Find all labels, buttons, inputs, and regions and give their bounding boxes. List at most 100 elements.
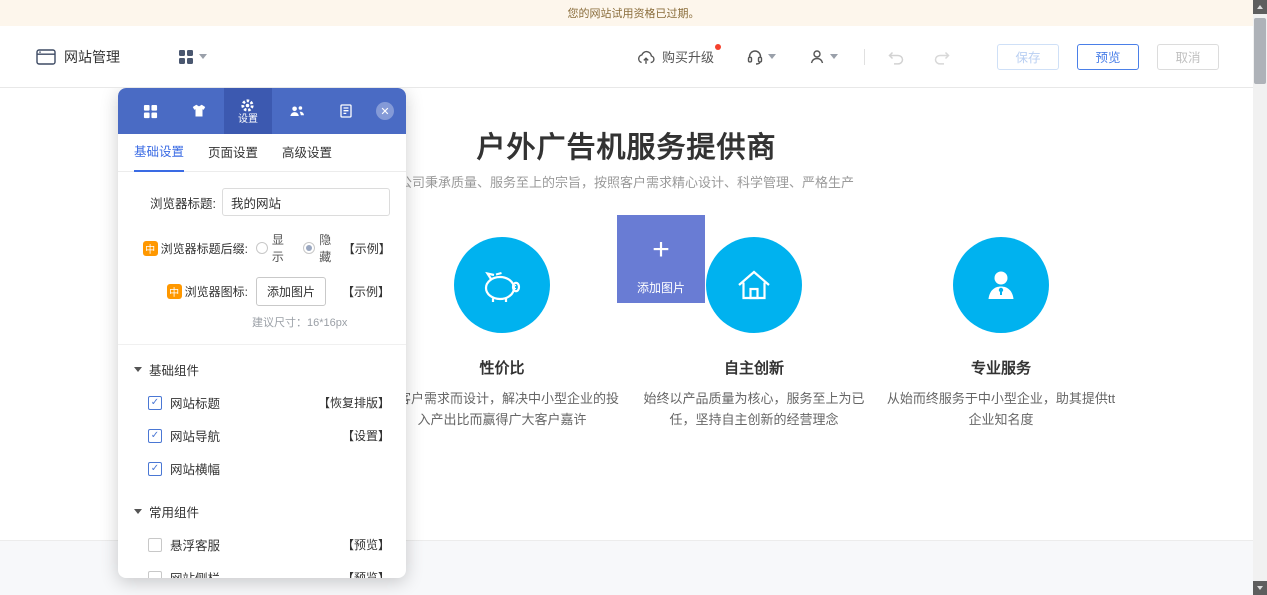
save-button[interactable]: 保存: [997, 43, 1059, 70]
buy-upgrade-label: 购买升级: [661, 50, 714, 65]
site-manage-icon: [36, 48, 56, 65]
checkbox-checked-icon[interactable]: ✓: [148, 461, 162, 476]
tab-members[interactable]: [272, 88, 321, 134]
toolbar-divider: [864, 48, 865, 65]
basic-components-header[interactable]: 基础组件: [118, 360, 406, 379]
feature-title: 自主创新: [723, 360, 784, 377]
modules-icon: [143, 104, 158, 119]
settings-tabs: 基础设置 页面设置 高级设置: [118, 134, 406, 172]
title-suffix-row: 中 浏览器标题后缀: 显示 隐藏 【示例】: [118, 231, 406, 265]
basic-components-title: 基础组件: [149, 364, 200, 378]
preview-button[interactable]: 预览: [1077, 43, 1139, 70]
checkbox-checked-icon[interactable]: ✓: [148, 428, 162, 443]
feature-column[interactable]: 性价比 为客户需求而设计，解决中小型企业的投入产出比而赢得广大客户嘉许: [382, 237, 622, 431]
panel-close-wrap: ✕: [370, 88, 398, 134]
apps-menu-button[interactable]: [178, 49, 207, 65]
tab-modules[interactable]: [126, 88, 175, 134]
gear-icon: [240, 98, 255, 113]
piggy-bank-icon: [476, 259, 528, 311]
plus-icon: +: [652, 233, 670, 266]
tab-site-info[interactable]: [321, 88, 370, 134]
settings-panel: 设置 ✕ 基础设置 页面设置 高级设置 浏览器标题: 我的网站 中 浏览器标题后…: [118, 88, 406, 578]
tab-page-settings[interactable]: 页面设置: [208, 142, 258, 171]
editor-canvas: 户外广告机服务提供商 公司秉承质量、服务至上的宗旨，按照客户需求精心设计、科学管…: [0, 88, 1267, 595]
trial-expired-banner: 您的网站试用资格已过期。: [0, 0, 1267, 26]
radio-selected-icon: [303, 242, 316, 254]
icon-example-link[interactable]: 【示例】: [342, 283, 390, 300]
close-icon[interactable]: ✕: [375, 102, 394, 120]
add-favicon-button[interactable]: 添加图片: [256, 277, 327, 306]
house-icon: [728, 259, 780, 311]
feature-desc: 从始而终服务于中小型企业，助其提供tt企业知名度: [886, 391, 1116, 428]
collapse-triangle-icon: [134, 367, 142, 372]
cn-badge: 中: [166, 284, 182, 299]
browser-title-row: 浏览器标题:: [118, 188, 406, 216]
radio-icon: [256, 242, 268, 254]
shirt-icon: [191, 103, 207, 119]
buy-upgrade-button[interactable]: 购买升级: [636, 44, 721, 66]
common-components-header[interactable]: 常用组件: [118, 502, 406, 521]
support-menu-button[interactable]: [746, 48, 776, 66]
component-row-site-banner: ✓ 网站横幅: [118, 459, 406, 478]
history-controls: [887, 49, 951, 65]
checkbox-unchecked-icon[interactable]: [148, 570, 162, 578]
divider: [118, 344, 406, 345]
icon-label-group: 中 浏览器图标:: [134, 283, 248, 300]
browser-title-input[interactable]: [222, 188, 390, 216]
tab-basic-settings[interactable]: 基础设置: [134, 141, 185, 172]
tab-theme[interactable]: [175, 88, 224, 134]
site-manage-button[interactable]: 网站管理: [36, 47, 120, 67]
preview-link[interactable]: 【预览】: [342, 536, 390, 553]
tab-advanced-settings[interactable]: 高级设置: [282, 142, 332, 171]
tab-settings-label: 设置: [237, 113, 258, 125]
feature-column[interactable]: 专业服务 从始而终服务于中小型企业，助其提供tt企业知名度: [881, 237, 1121, 431]
radio-show-option[interactable]: 显示: [256, 231, 295, 265]
panel-header: 设置 ✕: [118, 88, 406, 134]
browser-icon-row: 中 浏览器图标: 添加图片 【示例】: [118, 277, 406, 306]
checkbox-checked-icon[interactable]: ✓: [148, 395, 162, 410]
toolbar-right: 购买升级 保存 预览 取消: [636, 43, 1219, 70]
tab-settings[interactable]: 设置: [223, 88, 273, 134]
chevron-down-icon: [199, 54, 207, 59]
collapse-triangle-icon: [134, 509, 142, 514]
preview-link[interactable]: 【预览】: [342, 569, 390, 578]
cloud-upload-icon: [636, 49, 656, 65]
component-label: 网站导航: [170, 430, 221, 444]
scrollbar-thumb[interactable]: [1254, 18, 1266, 84]
vertical-scrollbar[interactable]: [1253, 0, 1267, 595]
site-manage-label: 网站管理: [64, 48, 120, 65]
feature-circle: [953, 237, 1049, 333]
redo-icon[interactable]: [932, 49, 951, 65]
component-row-side-bar: 网站侧栏 【预览】: [118, 568, 406, 578]
radio-hide-label: 隐藏: [319, 233, 332, 264]
building-icon: [338, 103, 354, 119]
component-label: 网站横幅: [170, 463, 221, 477]
component-label: 网站侧栏: [170, 568, 220, 578]
feature-title: 性价比: [479, 360, 525, 377]
browser-icon-label: 浏览器图标:: [184, 285, 248, 299]
account-menu-button[interactable]: [808, 48, 838, 66]
feature-circle: [454, 237, 550, 333]
restore-layout-link[interactable]: 【恢复排版】: [318, 394, 390, 411]
radio-hide-option[interactable]: 隐藏: [303, 231, 342, 265]
scroll-down-arrow[interactable]: [1253, 581, 1267, 595]
cancel-button[interactable]: 取消: [1157, 43, 1219, 70]
size-hint: 建议尺寸：16*16px: [252, 317, 348, 329]
chevron-down-icon: [830, 54, 838, 59]
settings-link[interactable]: 【设置】: [342, 427, 390, 444]
headset-icon: [746, 48, 764, 66]
checkbox-unchecked-icon[interactable]: [148, 537, 162, 552]
cn-badge: 中: [142, 240, 158, 256]
person-icon: [975, 259, 1027, 311]
scroll-up-arrow[interactable]: [1253, 0, 1267, 14]
add-image-placeholder[interactable]: + 添加图片: [617, 215, 705, 303]
component-row-float-service: 悬浮客服 【预览】: [118, 535, 406, 554]
feature-desc: 为客户需求而设计，解决中小型企业的投入产出比而赢得广大客户嘉许: [384, 391, 619, 428]
suffix-label: 浏览器标题后缀:: [160, 241, 248, 256]
browser-title-label: 浏览器标题:: [150, 196, 216, 211]
undo-icon[interactable]: [887, 49, 906, 65]
notification-dot: [715, 44, 721, 50]
trial-expired-text: 您的网站试用资格已过期。: [567, 8, 700, 20]
common-components-title: 常用组件: [149, 506, 200, 520]
suffix-example-link[interactable]: 【示例】: [343, 240, 391, 257]
